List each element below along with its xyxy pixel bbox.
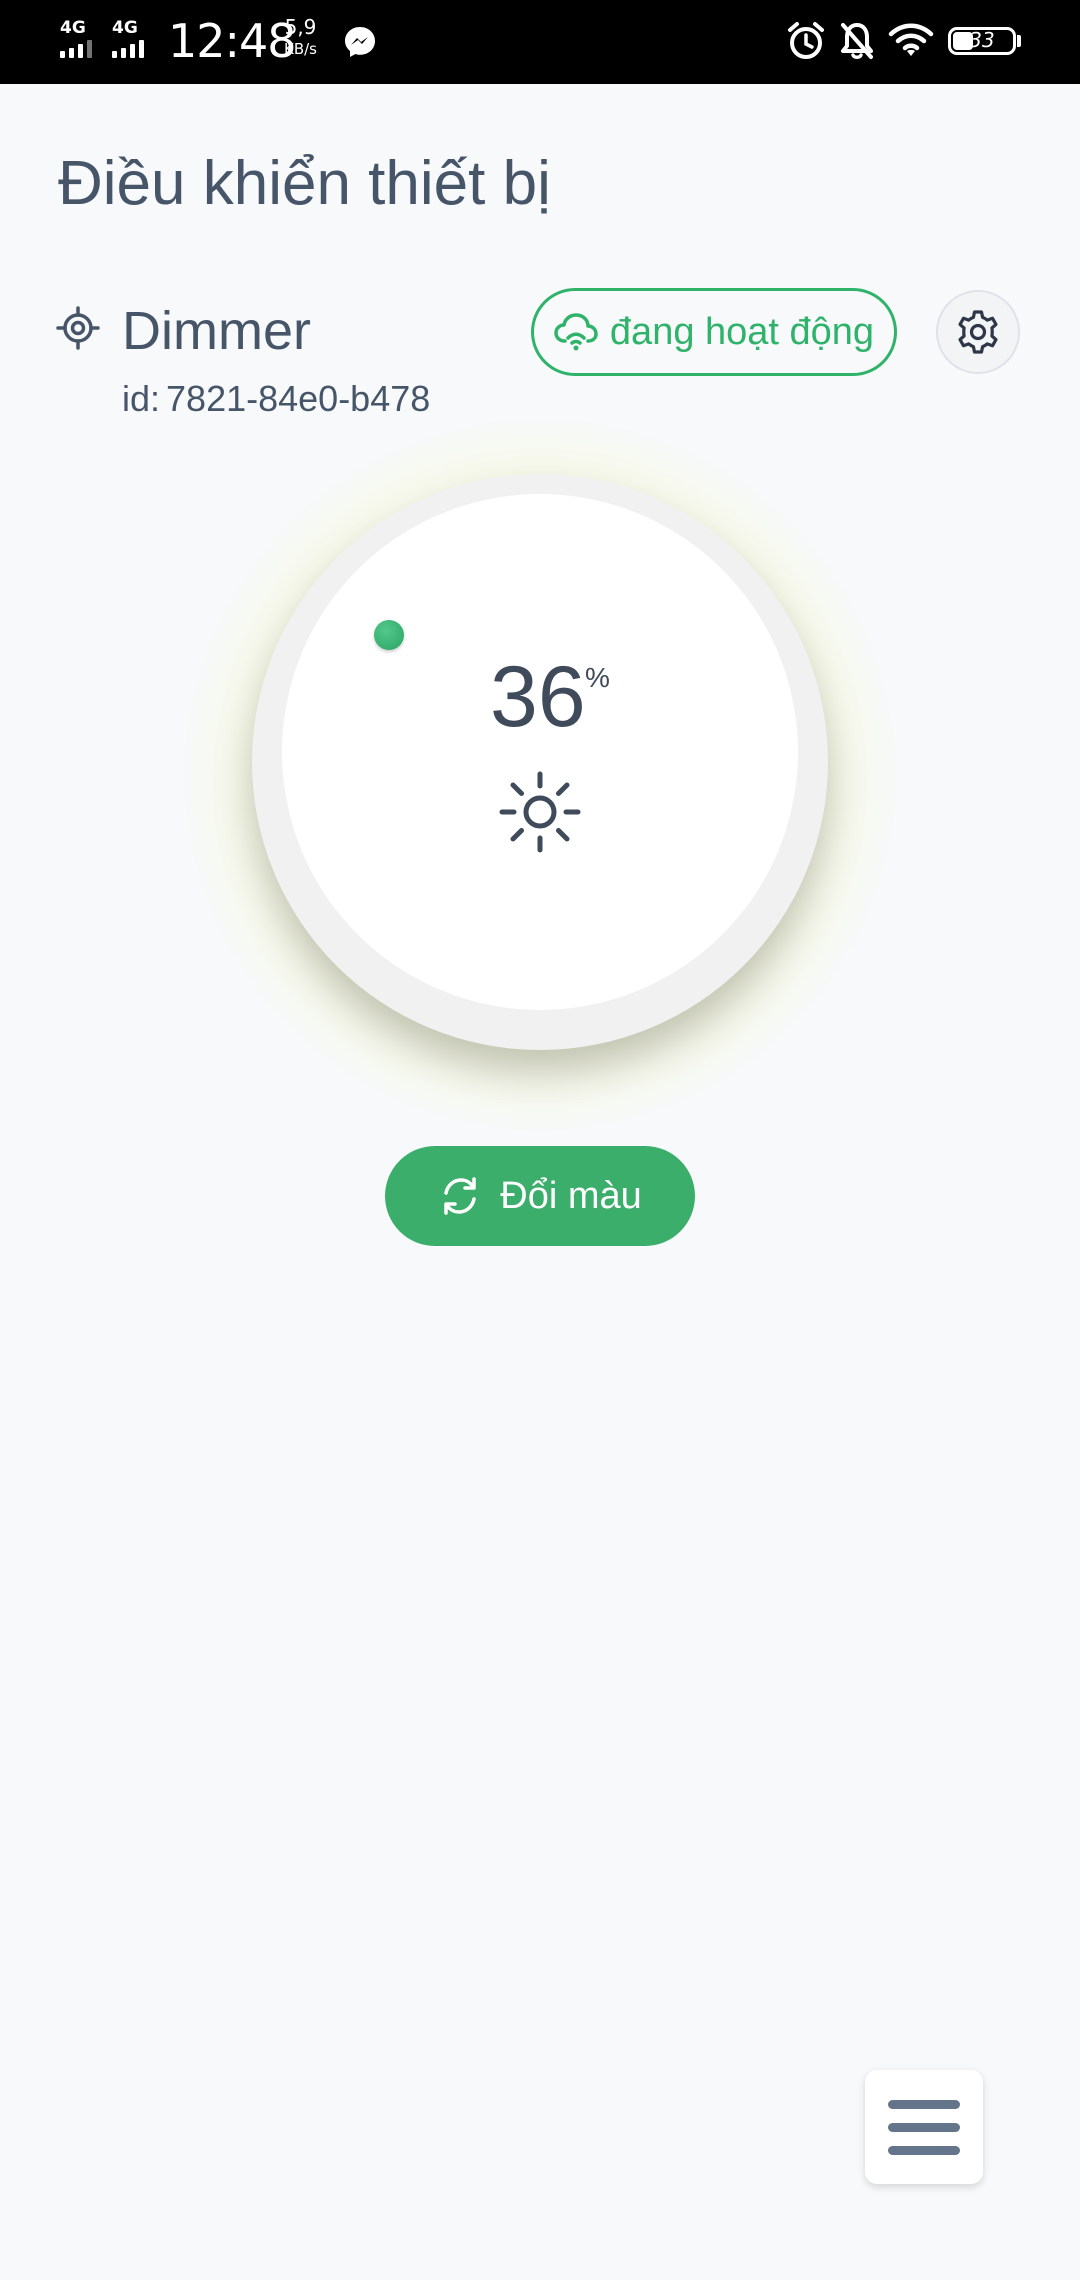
brightness-value: 36 (490, 649, 586, 745)
signal-1-icon (60, 40, 92, 58)
device-id-label: id: (122, 378, 161, 419)
alarm-icon (788, 22, 824, 59)
menu-line-1 (888, 2099, 960, 2109)
target-icon (56, 306, 100, 350)
sun-icon (499, 771, 581, 853)
wifi-icon (888, 23, 934, 56)
refresh-icon (444, 1177, 476, 1215)
network-speed-value: 5,9 (284, 15, 317, 39)
network-type-1: 4G (60, 18, 86, 38)
clock: 12:48 (168, 14, 297, 68)
menu-line-2 (888, 2122, 960, 2132)
status-bar: 4G 4G 12:48 5,9 KB/s 33 (0, 0, 1080, 84)
menu-line-3 (888, 2145, 960, 2155)
network-type-2: 4G (112, 18, 138, 38)
messenger-icon (345, 27, 375, 57)
gear-icon (958, 310, 998, 354)
device-name: Dimmer (122, 301, 311, 361)
cloud-wifi-icon (554, 313, 598, 351)
menu-button[interactable] (865, 2070, 983, 2184)
signal-2-icon (112, 40, 144, 58)
device-status-label: đang hoạt động (609, 310, 875, 353)
device-status-badge[interactable]: đang hoạt động (531, 288, 897, 376)
network-speed-unit: KB/s (284, 40, 317, 58)
brightness-unit: % (585, 662, 610, 693)
network-speed: 5,9 KB/s (284, 16, 317, 60)
change-color-label: Đổi màu (500, 1174, 642, 1217)
settings-button[interactable] (936, 290, 1020, 374)
device-id: id: 7821-84e0-b478 (122, 378, 430, 420)
page-title: Điều khiển thiết bị (58, 149, 551, 218)
battery-icon: 33 (948, 27, 1016, 55)
change-color-button[interactable]: Đổi màu (385, 1146, 695, 1246)
brightness-dial-knob[interactable] (374, 620, 404, 650)
brightness-dial-face (282, 494, 798, 1010)
device-id-value: 7821-84e0-b478 (166, 378, 431, 419)
battery-level: 33 (969, 28, 995, 52)
battery-tip (1017, 35, 1021, 47)
bell-off-icon (841, 23, 873, 59)
